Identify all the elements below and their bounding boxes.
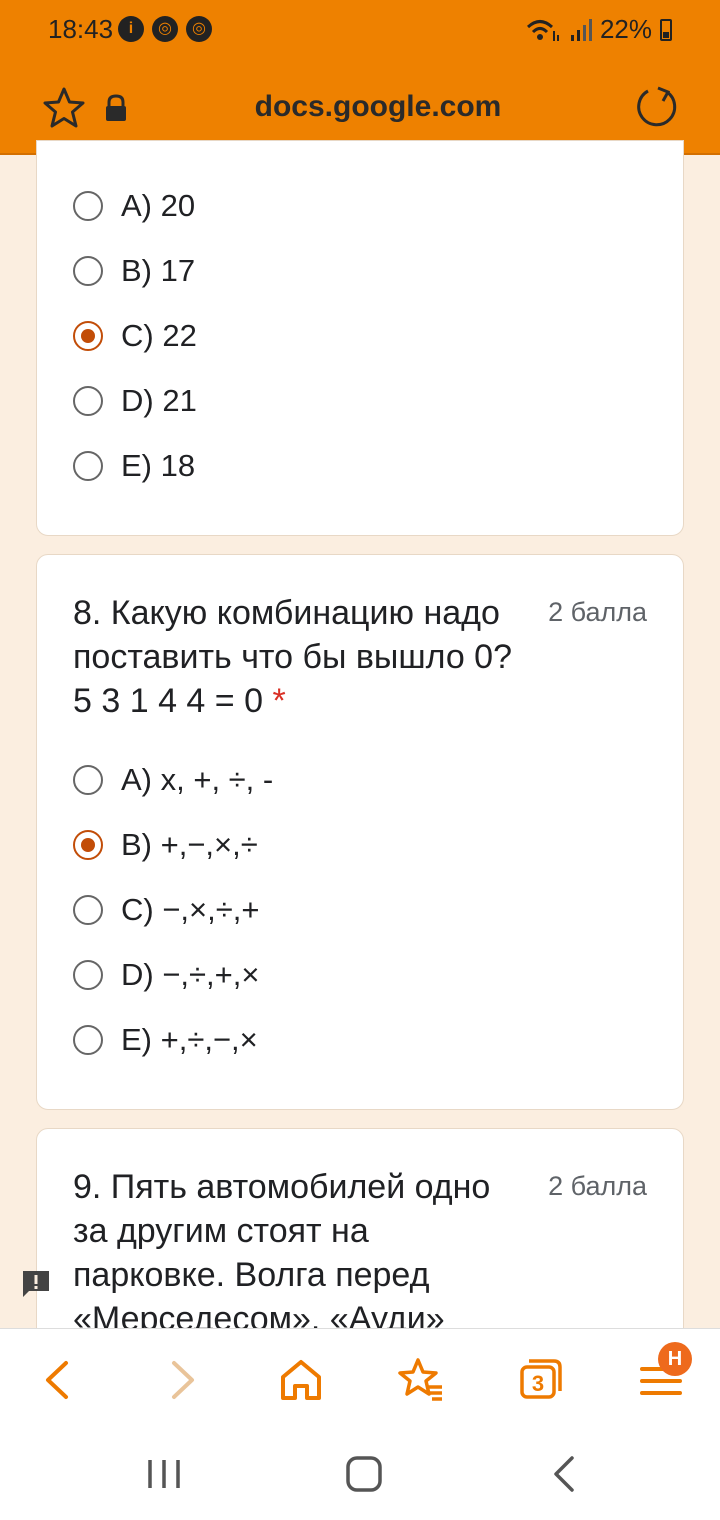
bookmarks-icon[interactable]: [396, 1355, 446, 1405]
recent-apps-icon[interactable]: [142, 1452, 186, 1496]
system-nav-bar: [0, 1424, 720, 1520]
home-nav-icon[interactable]: [342, 1452, 386, 1496]
status-time: 18:43: [48, 14, 114, 44]
option-label: D) 21: [121, 383, 197, 418]
battery-percent: 22%: [599, 14, 652, 44]
question-text: 9. Пять автомобилей одно за другим стоят…: [73, 1168, 491, 1338]
status-bar: 18:43 i ◎ ◎ 22%: [0, 0, 720, 60]
forward-icon[interactable]: [156, 1355, 206, 1405]
question-points: 2 балла: [548, 1171, 647, 1201]
option-a[interactable]: A) 20: [73, 184, 195, 228]
option-label: C) −,×,÷,+: [121, 892, 260, 927]
browser-top-bar: 18:43 i ◎ ◎ 22% docs.google.com: [0, 0, 720, 155]
radio-button-selected[interactable]: [73, 830, 103, 860]
home-icon[interactable]: [276, 1355, 326, 1405]
tabs-button[interactable]: 3: [516, 1355, 566, 1405]
battery-icon: [660, 18, 672, 41]
option-d[interactable]: D) 21: [73, 379, 197, 423]
back-icon[interactable]: [34, 1355, 84, 1405]
radio-button[interactable]: [73, 895, 103, 925]
feedback-icon[interactable]: [20, 1268, 52, 1300]
question-card-7: A) 20 B) 17 C) 22 D) 21 E) 18: [36, 140, 684, 536]
menu-badge: H: [658, 1342, 692, 1376]
radio-button[interactable]: [73, 1025, 103, 1055]
option-label: C) 22: [121, 318, 197, 353]
right-status: 22%: [526, 14, 672, 45]
notification-icons: i ◎ ◎: [118, 16, 212, 42]
radio-button-selected[interactable]: [73, 321, 103, 351]
required-mark: *: [272, 682, 286, 720]
radio-button[interactable]: [73, 256, 103, 286]
option-c[interactable]: C) −,×,÷,+: [73, 888, 260, 932]
url-bar: docs.google.com: [0, 70, 720, 150]
radio-button[interactable]: [73, 386, 103, 416]
option-c[interactable]: C) 22: [73, 314, 197, 358]
radio-button[interactable]: [73, 960, 103, 990]
question-text: 8. Какую комбинацию надо поставить что б…: [73, 594, 512, 720]
option-label: A) 20: [121, 188, 196, 223]
reload-icon[interactable]: [634, 84, 680, 130]
option-label: D) −,÷,+,×: [121, 957, 260, 992]
option-label: B) 17: [121, 253, 196, 288]
option-e[interactable]: E) 18: [73, 444, 195, 488]
radio-button[interactable]: [73, 765, 103, 795]
signal-icon: [570, 18, 592, 41]
tab-count: 3: [531, 1371, 545, 1396]
question-title: 8. Какую комбинацию надо поставить что б…: [73, 591, 523, 723]
radio-button[interactable]: [73, 451, 103, 481]
option-a[interactable]: A) x, +, ÷, -: [73, 758, 273, 802]
chrome-notification-icon-2: ◎: [186, 16, 212, 42]
option-label: E) +,÷,−,×: [121, 1022, 258, 1057]
radio-button[interactable]: [73, 191, 103, 221]
wifi-icon: [526, 19, 559, 41]
back-nav-icon[interactable]: [544, 1452, 588, 1496]
option-label: B) +,−,×,÷: [121, 827, 258, 862]
info-notification-icon: i: [118, 16, 144, 42]
option-b[interactable]: B) +,−,×,÷: [73, 823, 258, 867]
question-title: 9. Пять автомобилей одно за другим стоят…: [73, 1165, 523, 1341]
question-points: 2 балла: [548, 597, 647, 627]
option-b[interactable]: B) 17: [73, 249, 195, 293]
chrome-notification-icon: ◎: [152, 16, 178, 42]
option-label: E) 18: [121, 448, 196, 483]
option-e[interactable]: E) +,÷,−,×: [73, 1018, 258, 1062]
question-card-8: 8. Какую комбинацию надо поставить что б…: [36, 554, 684, 1110]
option-d[interactable]: D) −,÷,+,×: [73, 953, 260, 997]
url-text[interactable]: docs.google.com: [0, 90, 720, 124]
browser-bottom-toolbar: 3: [0, 1328, 720, 1424]
option-label: A) x, +, ÷, -: [121, 762, 274, 797]
